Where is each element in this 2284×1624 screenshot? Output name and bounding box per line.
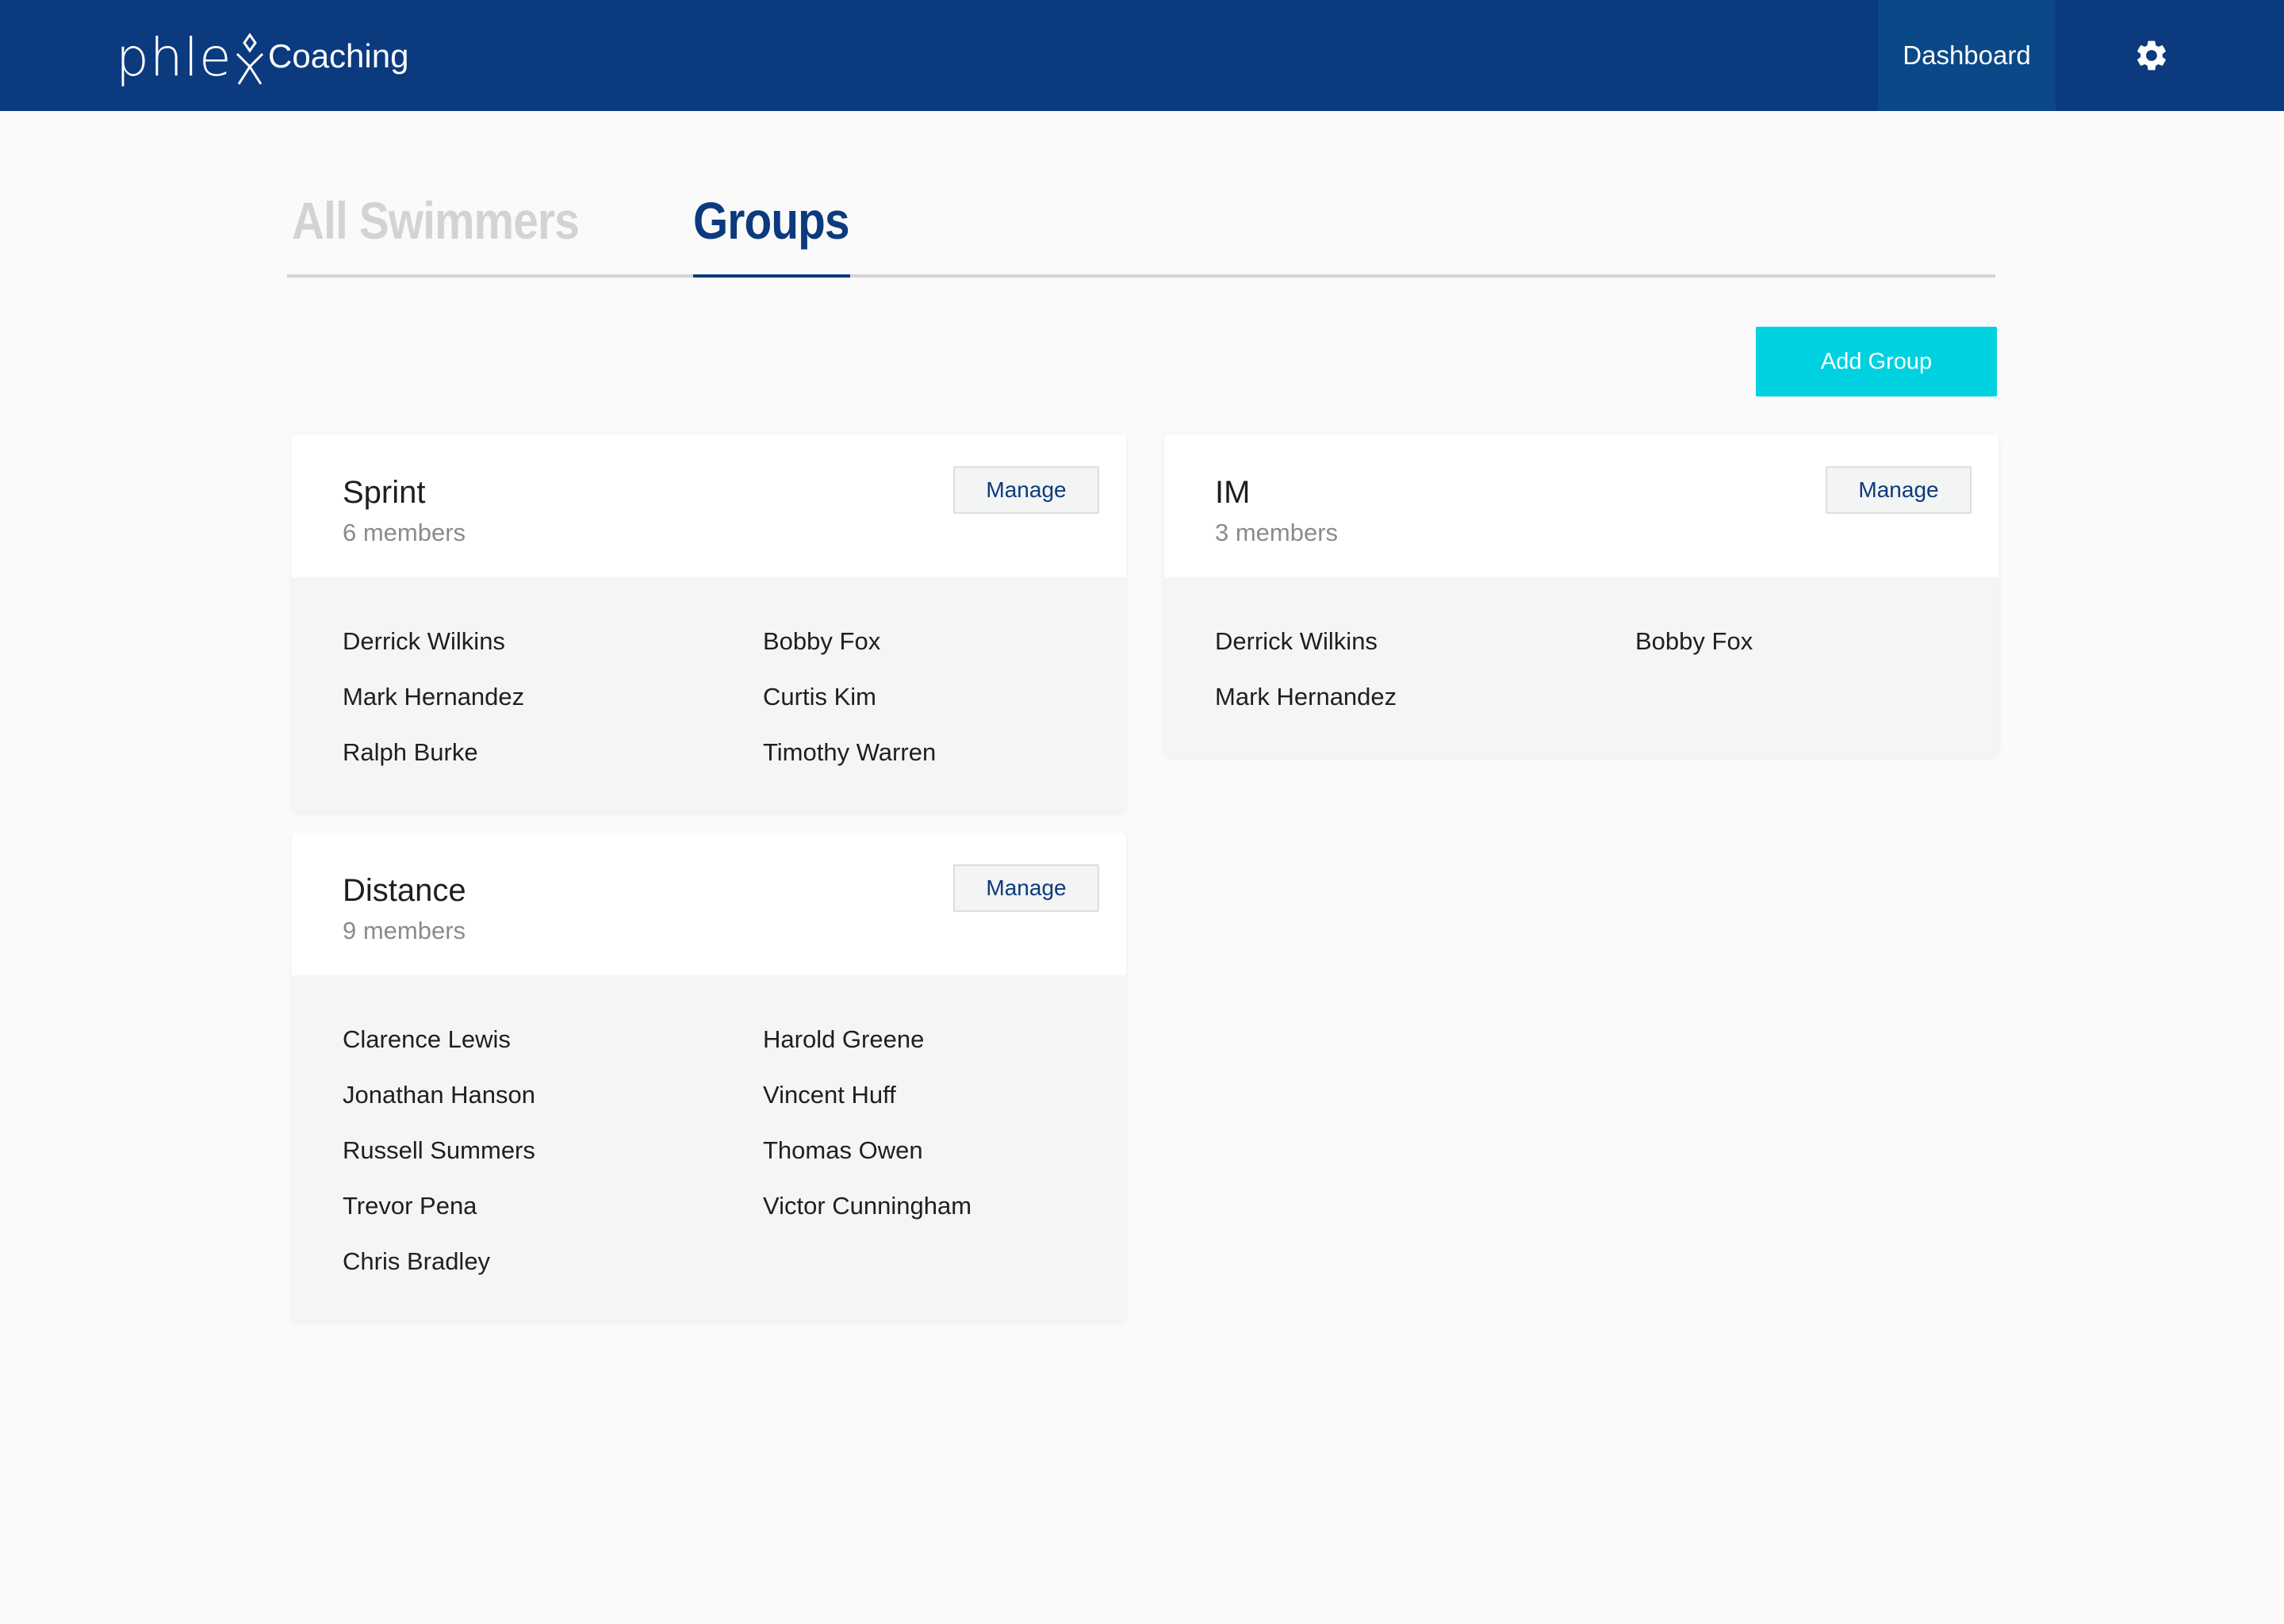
add-group-button[interactable]: Add Group: [1756, 327, 1997, 396]
group-member-list: Derrick Wilkins Bobby Fox Mark Hernandez…: [292, 577, 1126, 812]
member-item[interactable]: Harold Greene: [763, 1012, 1075, 1067]
group-card-header: IM 3 members Manage: [1164, 435, 1998, 577]
top-nav-bar: phle Coaching Dashboard: [0, 0, 2284, 111]
tab-all-swimmers[interactable]: All Swimmers: [292, 189, 580, 252]
member-item[interactable]: Trevor Pena: [343, 1178, 763, 1234]
group-card-header: Sprint 6 members Manage: [292, 435, 1126, 577]
group-card-sprint: Sprint 6 members Manage Derrick Wilkins …: [292, 435, 1126, 812]
member-item[interactable]: Curtis Kim: [763, 669, 1075, 725]
group-card-distance: Distance 9 members Manage Clarence Lewis…: [292, 833, 1126, 1321]
member-item[interactable]: Timothy Warren: [763, 725, 1075, 780]
view-tabs: All Swimmers Groups: [287, 174, 1995, 278]
gear-icon: [2137, 40, 2166, 71]
member-item[interactable]: Bobby Fox: [1635, 614, 1948, 669]
manage-group-button[interactable]: Manage: [953, 466, 1099, 514]
logo-wordmark: phle: [116, 27, 232, 88]
member-item[interactable]: Mark Hernandez: [1215, 669, 1635, 725]
manage-group-button[interactable]: Manage: [953, 864, 1099, 912]
member-item[interactable]: Derrick Wilkins: [343, 614, 763, 669]
active-tab-indicator: [693, 274, 850, 278]
nav-dashboard[interactable]: Dashboard: [1878, 0, 2056, 111]
member-item[interactable]: Chris Bradley: [343, 1234, 763, 1289]
member-item[interactable]: Vincent Huff: [763, 1067, 1075, 1123]
logo-figure-x-icon: [234, 30, 266, 86]
member-item[interactable]: Bobby Fox: [763, 614, 1075, 669]
group-card-header: Distance 9 members Manage: [292, 833, 1126, 975]
app-name: Coaching: [268, 37, 409, 75]
manage-group-button[interactable]: Manage: [1826, 466, 1972, 514]
member-item[interactable]: Russell Summers: [343, 1123, 763, 1178]
group-member-count: 9 members: [343, 917, 466, 944]
group-member-list: Derrick Wilkins Bobby Fox Mark Hernandez: [1164, 577, 1998, 756]
group-member-count: 6 members: [343, 519, 466, 546]
group-name: Distance: [343, 873, 466, 908]
member-item[interactable]: Victor Cunningham: [763, 1178, 1075, 1234]
tabs-divider: [287, 274, 1995, 278]
group-card-im: IM 3 members Manage Derrick Wilkins Bobb…: [1164, 435, 1998, 756]
member-item[interactable]: Derrick Wilkins: [1215, 614, 1635, 669]
tab-groups[interactable]: Groups: [693, 189, 850, 252]
group-member-count: 3 members: [1215, 519, 1339, 546]
phlex-logo[interactable]: phle: [116, 22, 266, 86]
settings-button[interactable]: [2133, 37, 2170, 74]
member-item[interactable]: Clarence Lewis: [343, 1012, 763, 1067]
member-item[interactable]: Mark Hernandez: [343, 669, 763, 725]
member-item[interactable]: Thomas Owen: [763, 1123, 1075, 1178]
group-name: Sprint: [343, 475, 426, 510]
member-item[interactable]: Ralph Burke: [343, 725, 763, 780]
member-item[interactable]: Jonathan Hanson: [343, 1067, 763, 1123]
group-member-list: Clarence Lewis Harold Greene Jonathan Ha…: [292, 975, 1126, 1321]
group-name: IM: [1215, 475, 1251, 510]
